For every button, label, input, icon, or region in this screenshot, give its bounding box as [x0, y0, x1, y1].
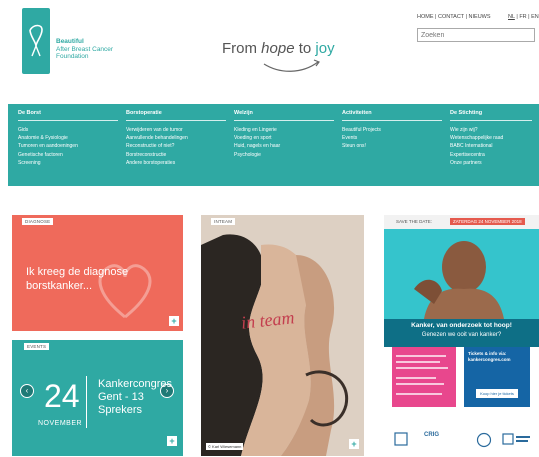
- photo-illustration: [201, 215, 364, 456]
- text-line: [396, 377, 436, 379]
- event-title-line-2: Gent - 13: [98, 391, 144, 403]
- logo-line-3: Foundation: [56, 53, 89, 60]
- menu-item[interactable]: Screening: [18, 159, 118, 167]
- save-headline: Kanker, van onderzoek tot hoop!: [411, 322, 512, 329]
- tagline-part-3: to: [294, 40, 316, 57]
- menu-item[interactable]: BABC International: [450, 142, 532, 150]
- category-badge: EVENTS: [24, 343, 50, 350]
- logo-line-2: After Breast Cancer: [56, 45, 114, 53]
- menu-column-de-stichting: De Stichting Wie zijn wij? Wetenschappel…: [450, 110, 532, 167]
- menu-item[interactable]: Wetenschappelijke raad: [450, 134, 532, 142]
- menu-item[interactable]: Aanvullende behandelingen: [126, 134, 226, 142]
- buy-tickets-button[interactable]: Koop hier je tickets: [476, 389, 518, 398]
- menu-heading[interactable]: Borstoperatie: [126, 110, 226, 121]
- menu-item[interactable]: Andere borstoperaties: [126, 159, 226, 167]
- menu-item[interactable]: Events: [342, 134, 442, 142]
- search-input[interactable]: [417, 28, 535, 42]
- carousel-prev-button[interactable]: ‹: [20, 384, 34, 398]
- swoosh-arrow-icon: [263, 59, 320, 72]
- save-label: SAVE THE DATE:: [396, 219, 433, 224]
- sponsor-logo-crig: CRIG: [424, 432, 439, 438]
- lang-other[interactable]: | FR | EN: [515, 14, 538, 20]
- menu-item[interactable]: Verwijderen van de tumor: [126, 126, 226, 134]
- menu-item[interactable]: Reconstructie of niet?: [126, 142, 226, 150]
- sponsor-logo-4: [502, 432, 532, 448]
- language-switcher[interactable]: NL | FR | EN: [508, 14, 539, 20]
- event-title[interactable]: Kankercongres Gent - 13 Sprekers: [98, 378, 183, 417]
- menu-item[interactable]: Huid, nagels en haar: [234, 142, 334, 150]
- hero-photo: [384, 229, 539, 319]
- sponsor-logo-3: [476, 432, 492, 448]
- menu-item[interactable]: Beautiful Projects: [342, 126, 442, 134]
- portrait-image: [384, 229, 539, 319]
- event-day: 24: [44, 378, 80, 414]
- menu-item[interactable]: Steun ons!: [342, 142, 442, 150]
- menu-heading[interactable]: Welzijn: [234, 110, 334, 121]
- card-events[interactable]: EVENTS ‹ › 24 NOVEMBER Kankercongres Gen…: [12, 340, 183, 456]
- menu-column-activiteiten: Activiteiten Beautiful Projects Events S…: [342, 110, 442, 151]
- expand-plus-button[interactable]: +: [167, 436, 177, 446]
- text-line: [396, 355, 446, 357]
- menu-item[interactable]: Tumoren en aandoeningen: [18, 142, 118, 150]
- lang-nl[interactable]: NL: [508, 14, 515, 20]
- photo-credit: © Karl Wiesemann: [206, 443, 244, 450]
- heart-ribbon-icon: [29, 24, 43, 57]
- logo-mark[interactable]: [22, 8, 50, 74]
- tickets-info: Tickets & info via: kankercongres.com: [468, 351, 511, 363]
- menu-item[interactable]: Kleding en Lingerie: [234, 126, 334, 134]
- menu-heading[interactable]: De Borst: [18, 110, 118, 121]
- tickets-url[interactable]: kankercongres.com: [468, 357, 511, 363]
- event-divider: [86, 376, 87, 428]
- mega-menu: De Borst Gids Anatomie & Fysiologie Tumo…: [8, 104, 539, 186]
- expand-plus-button[interactable]: +: [349, 439, 359, 449]
- menu-item[interactable]: Genetische factoren: [18, 151, 118, 159]
- top-nav-links[interactable]: HOME | CONTACT | NIEUWS: [417, 14, 491, 20]
- event-month: NOVEMBER: [38, 420, 83, 427]
- text-line: [396, 383, 444, 385]
- tagline-part-1: From: [222, 40, 262, 57]
- sponsor-1-icon: [394, 432, 408, 446]
- menu-item[interactable]: Anatomie & Fysiologie: [18, 134, 118, 142]
- text-line: [396, 361, 440, 363]
- menu-item[interactable]: Psychologie: [234, 151, 334, 159]
- category-badge: INTEAM: [211, 218, 236, 225]
- event-title-line-3: Sprekers: [98, 404, 143, 416]
- category-badge: DIAGNOSE: [22, 218, 54, 225]
- tagline-part-4: joy: [315, 40, 335, 57]
- tagline-part-2: hope: [261, 40, 295, 57]
- card-inteam[interactable]: INTEAM in team © Karl Wiesemann +: [201, 215, 364, 456]
- event-title-line-1: Kankercongres: [98, 378, 172, 390]
- tagline: From hope to joy: [222, 40, 335, 57]
- menu-heading[interactable]: De Stichting: [450, 110, 532, 121]
- menu-heading[interactable]: Activiteiten: [342, 110, 442, 121]
- card-diagnose[interactable]: DIAGNOSE Ik kreeg de diagnose borstkanke…: [12, 215, 183, 331]
- sponsor-logo-1: [394, 432, 408, 448]
- text-line: [396, 367, 448, 369]
- menu-column-welzijn: Welzijn Kleding en Lingerie Voeding en s…: [234, 110, 334, 159]
- menu-item[interactable]: Voeding en sport: [234, 134, 334, 142]
- save-subline: Genezen we ooit van kanker?: [421, 332, 502, 338]
- expand-plus-button[interactable]: +: [169, 316, 179, 326]
- menu-item[interactable]: Onze partners: [450, 159, 532, 167]
- text-line: [396, 393, 442, 395]
- menu-item[interactable]: Wie zijn wij?: [450, 126, 532, 134]
- menu-column-de-borst: De Borst Gids Anatomie & Fysiologie Tumo…: [18, 110, 118, 167]
- sponsor-3-icon: [476, 432, 492, 448]
- card-save-the-date[interactable]: SAVE THE DATE: ZATERDAG 24 NOVEMBER 2018…: [384, 215, 539, 456]
- menu-item[interactable]: Borstreconstructie: [126, 151, 226, 159]
- logo-text[interactable]: Beautiful After Breast Cancer Foundation: [56, 38, 113, 61]
- menu-item[interactable]: Gids: [18, 126, 118, 134]
- menu-item[interactable]: Expertisecentra: [450, 151, 532, 159]
- menu-column-borstoperatie: Borstoperatie Verwijderen van de tumor A…: [126, 110, 226, 167]
- logo-line-1: Beautiful: [56, 38, 84, 45]
- sponsor-4-icon: [502, 433, 530, 445]
- save-date-badge: ZATERDAG 24 NOVEMBER 2018: [450, 218, 525, 225]
- card-title[interactable]: Ik kreeg de diagnose borstkanker...: [26, 265, 146, 293]
